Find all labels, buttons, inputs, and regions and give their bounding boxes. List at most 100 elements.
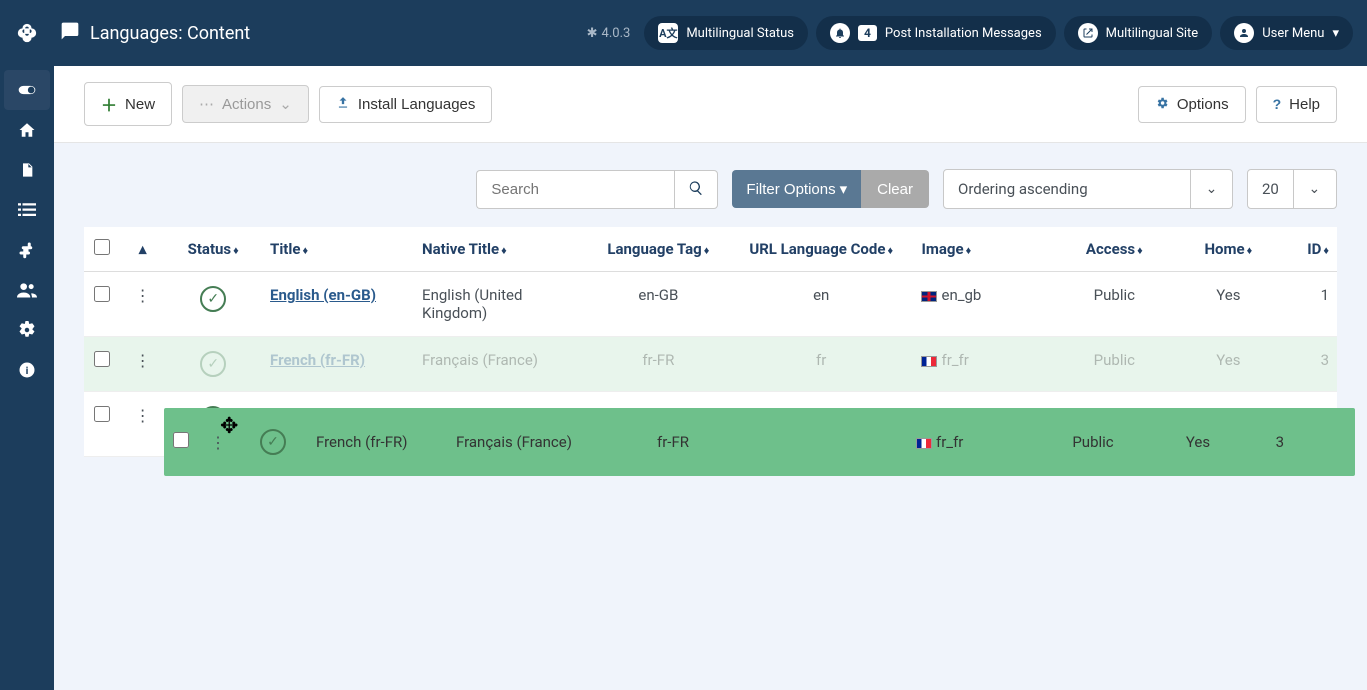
chevron-down-icon: ⌄ — [279, 95, 292, 113]
bell-icon — [830, 23, 850, 43]
sidebar-content[interactable] — [0, 150, 54, 190]
install-languages-button[interactable]: Install Languages — [319, 86, 493, 123]
svg-text:i: i — [26, 364, 29, 377]
row-image: en_gb — [941, 286, 981, 304]
row-tag: en-GB — [638, 286, 678, 304]
row-url: en — [813, 286, 829, 304]
sidebar: i — [0, 66, 54, 690]
ellipsis-icon: ⋯ — [199, 95, 214, 113]
search-icon — [688, 180, 704, 199]
sidebar-toggle[interactable] — [4, 70, 50, 110]
kebab-icon[interactable]: ⋮ — [135, 351, 151, 370]
gear-icon — [1155, 96, 1169, 113]
search-button[interactable] — [674, 170, 718, 209]
table-row: ⋮ ✓ French (fr-FR) Français (France) fr-FR fr… — [84, 337, 1337, 392]
sidebar-users[interactable] — [0, 270, 54, 310]
row-checkbox[interactable] — [94, 406, 110, 422]
col-home[interactable]: Home♦ — [1174, 227, 1283, 272]
content: ＋ New ⋯ Actions ⌄ Install Languages Opti… — [54, 66, 1367, 690]
multilingual-status-button[interactable]: A文 Multilingual Status — [644, 16, 808, 50]
row-native: Français (France) — [456, 433, 572, 451]
row-access: Public — [1094, 286, 1135, 304]
flag-icon — [921, 291, 937, 302]
joomla-logo-icon[interactable] — [0, 0, 54, 66]
ordering-select[interactable]: Ordering ascending ⌄ — [943, 169, 1233, 209]
status-published-icon[interactable]: ✓ — [200, 286, 226, 312]
flag-icon — [916, 438, 932, 449]
page-title: Languages: Content — [54, 21, 250, 46]
kebab-icon[interactable]: ⋮ — [135, 406, 151, 425]
row-title-link[interactable]: French (fr-FR) — [270, 351, 365, 369]
sidebar-help[interactable]: i — [0, 350, 54, 390]
user-menu-button[interactable]: User Menu ▾ — [1220, 16, 1353, 50]
actions-button[interactable]: ⋯ Actions ⌄ — [182, 85, 309, 123]
chevron-down-icon: ⌄ — [1190, 170, 1232, 208]
options-button[interactable]: Options — [1138, 86, 1246, 123]
clear-button[interactable]: Clear — [861, 170, 929, 208]
row-id: 3 — [1321, 351, 1329, 369]
col-langtag[interactable]: Language Tag♦ — [588, 227, 729, 272]
multilingual-site-button[interactable]: Multilingual Site — [1064, 16, 1213, 50]
select-all-checkbox[interactable] — [94, 239, 110, 255]
row-access: Public — [1094, 351, 1135, 369]
move-cursor-icon: ✥ — [220, 414, 238, 439]
chevron-down-icon: ⌄ — [1293, 170, 1335, 208]
limit-select[interactable]: 20 ⌄ — [1247, 169, 1337, 209]
sidebar-system[interactable] — [0, 310, 54, 350]
new-button[interactable]: ＋ New — [84, 82, 172, 126]
row-tag: fr-FR — [657, 433, 689, 451]
row-id: 1 — [1321, 286, 1329, 304]
chevron-down-icon: ▾ — [1332, 26, 1339, 41]
topbar: Languages: Content ✱ 4.0.3 A文 Multilingu… — [0, 0, 1367, 66]
upload-icon — [336, 96, 350, 113]
col-id[interactable]: ID♦ — [1283, 227, 1337, 272]
status-published-icon[interactable]: ✓ — [200, 351, 226, 377]
row-checkbox[interactable] — [173, 432, 189, 448]
search-input[interactable] — [476, 170, 674, 209]
row-url: fr — [816, 351, 826, 369]
row-checkbox[interactable] — [94, 286, 110, 302]
sidebar-home[interactable] — [0, 110, 54, 150]
filter-options-button[interactable]: Filter Options ▾ — [732, 170, 861, 208]
translate-icon: A文 — [658, 23, 678, 43]
col-status[interactable]: Status♦ — [164, 227, 262, 272]
sort-order-icon[interactable]: ▴ — [139, 240, 147, 258]
row-title-link[interactable]: French (fr-FR) — [316, 433, 407, 451]
row-home: Yes — [1216, 286, 1240, 304]
notification-count: 4 — [858, 25, 877, 41]
plus-icon: ＋ — [101, 92, 117, 116]
external-icon — [1078, 23, 1098, 43]
toolbar: ＋ New ⋯ Actions ⌄ Install Languages Opti… — [54, 66, 1367, 143]
col-native[interactable]: Native Title♦ — [414, 227, 588, 272]
col-title[interactable]: Title♦ — [262, 227, 414, 272]
kebab-icon[interactable]: ⋮ — [135, 286, 151, 305]
comment-icon — [60, 21, 80, 46]
table-row: ⋮ ✓ English (en-GB) English (United Kingdom… — [84, 272, 1337, 337]
row-home: Yes — [1216, 351, 1240, 369]
row-image: fr_fr — [941, 351, 968, 369]
row-image: fr_fr — [936, 433, 963, 451]
sidebar-components[interactable] — [0, 230, 54, 270]
row-checkbox[interactable] — [94, 351, 110, 367]
col-access[interactable]: Access♦ — [1055, 227, 1174, 272]
row-home: Yes — [1186, 433, 1210, 451]
row-tag: fr-FR — [642, 351, 674, 369]
flag-icon — [921, 356, 937, 367]
row-access: Public — [1072, 433, 1113, 451]
post-install-messages-button[interactable]: 4 Post Installation Messages — [816, 16, 1056, 50]
joomla-small-icon: ✱ — [587, 26, 598, 41]
row-native: Français (France) — [422, 351, 538, 369]
sidebar-menus[interactable] — [0, 190, 54, 230]
help-button[interactable]: ? Help — [1256, 86, 1337, 123]
status-published-icon[interactable]: ✓ — [260, 429, 286, 455]
row-id: 3 — [1276, 433, 1284, 451]
col-image[interactable]: Image♦ — [913, 227, 1054, 272]
user-icon — [1234, 23, 1254, 43]
question-icon: ? — [1273, 96, 1282, 112]
drag-row[interactable]: ⋮ ✓ French (fr-FR) Français (France) fr-… — [164, 408, 1355, 476]
row-native: English (United Kingdom) — [422, 286, 522, 322]
col-urlcode[interactable]: URL Language Code♦ — [729, 227, 914, 272]
caret-down-icon: ▾ — [840, 180, 848, 198]
row-title-link[interactable]: English (en-GB) — [270, 286, 376, 304]
page-title-text: Languages: Content — [90, 23, 250, 44]
